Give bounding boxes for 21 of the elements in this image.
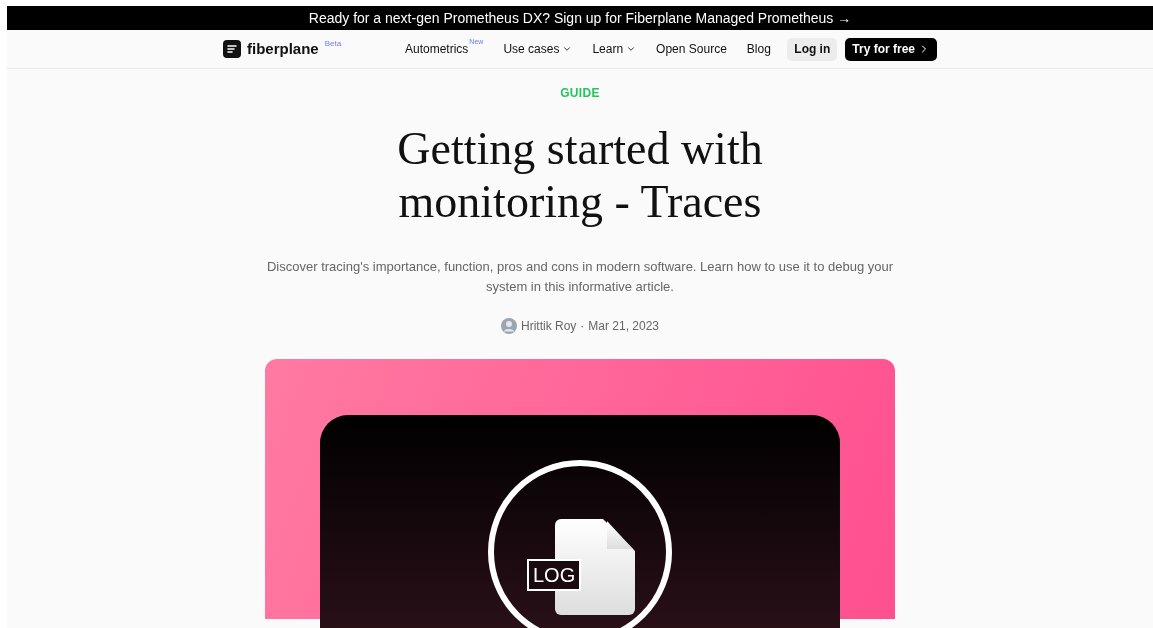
logo-text[interactable]: fiberplane xyxy=(247,37,319,61)
announcement-bar[interactable]: Ready for a next-gen Prometheus DX? Sign up for Fiberplane Managed Prometheus → xyxy=(7,6,1153,30)
file-type-label: LOG xyxy=(527,559,582,591)
chevron-down-icon xyxy=(562,44,573,54)
article-summary: Discover tracing's importance, function, pros and cons in modern software. Learn how to use it to debug your system in this informative article. xyxy=(265,258,895,296)
separator-dot: · xyxy=(580,318,585,335)
chevron-down-icon xyxy=(626,44,637,54)
beta-label: Beta xyxy=(324,38,342,50)
nav-link[interactable]: Open Source xyxy=(656,40,727,58)
try-for-free-button[interactable]: Try for free xyxy=(845,37,937,61)
author-name: Hrittik Roy xyxy=(520,318,577,335)
nav-link[interactable]: Blog xyxy=(746,40,771,58)
announcement-text[interactable]: Ready for a next-gen Prometheus DX? Sign up for Fiberplane Managed Prometheus → xyxy=(308,7,852,29)
publish-date: Mar 21, 2023 xyxy=(588,318,660,335)
avatar-icon xyxy=(500,318,517,334)
nav-dropdown[interactable]: Use cases xyxy=(503,40,573,58)
logo-icon[interactable] xyxy=(223,40,241,58)
nav-dropdown[interactable]: Learn xyxy=(592,40,637,58)
login-button[interactable]: Log in xyxy=(787,37,838,61)
article-title: Getting started with monitoring - Traces xyxy=(396,122,764,228)
category-label: GUIDE xyxy=(560,85,600,102)
